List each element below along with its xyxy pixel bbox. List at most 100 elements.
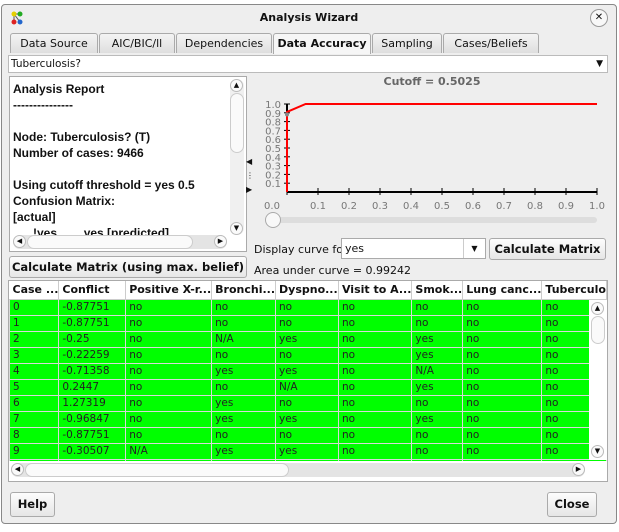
table-cell[interactable]: 5 xyxy=(9,378,60,396)
table-cell[interactable]: no xyxy=(211,298,277,316)
table-cell[interactable]: no xyxy=(337,394,413,412)
table-cell[interactable]: no xyxy=(337,362,413,380)
table-cell[interactable]: N/A xyxy=(275,378,339,396)
table-cell[interactable]: no xyxy=(462,330,543,348)
scroll-up-icon[interactable]: ▲ xyxy=(591,302,604,315)
scroll-thumb[interactable] xyxy=(25,463,289,477)
scroll-right-icon[interactable]: ▶ xyxy=(572,463,585,476)
table-row[interactable]: 2 -0.25 no N/A yes no yes no no xyxy=(9,330,607,348)
table-cell[interactable]: no xyxy=(462,362,543,380)
table-cell[interactable]: no xyxy=(337,314,413,332)
column-header[interactable]: Dyspno... xyxy=(275,281,339,300)
table-cell[interactable]: no xyxy=(211,346,277,364)
table-cell[interactable]: yes xyxy=(275,330,339,348)
tab-aic-bic-ll[interactable]: AIC/BIC/ll xyxy=(99,33,175,53)
table-cell[interactable]: -0.25 xyxy=(58,330,127,348)
table-cell[interactable]: no xyxy=(211,314,277,332)
table-cell[interactable]: no xyxy=(462,346,543,364)
table-row[interactable]: 0 -0.87751 no no no no no no no xyxy=(9,298,607,316)
table-cell[interactable]: yes xyxy=(275,410,339,428)
table-cell[interactable]: no xyxy=(125,346,213,364)
close-button[interactable]: Close xyxy=(547,492,597,517)
table-cell[interactable]: 0 xyxy=(9,298,60,316)
table-cell[interactable]: no xyxy=(462,298,543,316)
table-cell[interactable]: no xyxy=(462,378,543,396)
table-row[interactable]: 1 -0.87751 no no no no no no no xyxy=(9,314,607,332)
table-cell[interactable]: yes xyxy=(411,378,464,396)
table-cell[interactable]: no xyxy=(125,314,213,332)
table-row[interactable]: 9 -0.30507 N/A yes yes no no no no xyxy=(9,442,607,460)
calculate-matrix-max-belief-button[interactable]: Calculate Matrix (using max. belief) xyxy=(9,256,247,278)
table-cell[interactable]: yes xyxy=(211,442,277,460)
table-row[interactable]: 8 -0.87751 no no no no no no no xyxy=(9,426,607,444)
table-cell[interactable]: no xyxy=(275,298,339,316)
table-cell[interactable]: no xyxy=(411,394,464,412)
table-row[interactable]: 6 1.27319 no yes no no no no no xyxy=(9,394,607,412)
table-cell[interactable]: N/A xyxy=(411,362,464,380)
table-cell[interactable]: no xyxy=(411,442,464,460)
table-row[interactable]: 3 -0.22259 no no no no yes no no xyxy=(9,346,607,364)
slider-thumb[interactable] xyxy=(265,212,281,228)
scroll-thumb[interactable] xyxy=(230,93,244,153)
tab-dependencies[interactable]: Dependencies xyxy=(176,33,272,53)
table-cell[interactable]: no xyxy=(275,426,339,444)
tab-sampling[interactable]: Sampling xyxy=(372,33,442,53)
table-cell[interactable]: 4 xyxy=(9,362,60,380)
table-cell[interactable]: no xyxy=(411,426,464,444)
node-select[interactable]: Tuberculosis? ▼ xyxy=(8,55,608,73)
table-cell[interactable]: yes xyxy=(211,362,277,380)
table-cell[interactable]: -0.96847 xyxy=(58,410,127,428)
report-vertical-scrollbar[interactable]: ▲ ▼ xyxy=(230,79,244,235)
table-cell[interactable]: N/A xyxy=(211,330,277,348)
calculate-matrix-button[interactable]: Calculate Matrix xyxy=(489,238,606,260)
table-cell[interactable]: no xyxy=(125,330,213,348)
column-header[interactable]: Case ... xyxy=(9,281,60,300)
table-cell[interactable]: no xyxy=(211,378,277,396)
scroll-thumb[interactable] xyxy=(27,235,193,249)
table-vertical-scrollbar[interactable]: ▲ ▼ xyxy=(589,300,607,460)
table-horizontal-scrollbar[interactable]: ◀ ▶ xyxy=(9,461,607,481)
table-cell[interactable]: 3 xyxy=(9,346,60,364)
table-cell[interactable]: 0.2447 xyxy=(58,378,127,396)
table-cell[interactable]: no xyxy=(411,298,464,316)
table-cell[interactable]: no xyxy=(275,346,339,364)
table-cell[interactable]: 8 xyxy=(9,426,60,444)
table-cell[interactable]: no xyxy=(337,442,413,460)
table-cell[interactable]: no xyxy=(125,362,213,380)
table-cell[interactable]: 6 xyxy=(9,394,60,412)
table-cell[interactable]: no xyxy=(337,330,413,348)
table-cell[interactable]: no xyxy=(125,410,213,428)
table-cell[interactable]: yes xyxy=(411,346,464,364)
column-header[interactable]: Lung canc... xyxy=(462,281,543,300)
table-cell[interactable]: no xyxy=(125,378,213,396)
table-cell[interactable]: 1.27319 xyxy=(58,394,127,412)
table-cell[interactable]: -0.87751 xyxy=(58,298,127,316)
column-header[interactable]: Conflict xyxy=(58,281,127,300)
tab-cases-beliefs[interactable]: Cases/Beliefs xyxy=(443,33,539,53)
table-cell[interactable]: no xyxy=(275,314,339,332)
table-cell[interactable]: no xyxy=(337,378,413,396)
table-cell[interactable]: no xyxy=(411,314,464,332)
scroll-right-icon[interactable]: ▶ xyxy=(214,235,227,248)
table-cell[interactable]: yes xyxy=(211,410,277,428)
table-cell[interactable]: no xyxy=(462,442,543,460)
table-cell[interactable]: no xyxy=(462,426,543,444)
scroll-up-icon[interactable]: ▲ xyxy=(230,79,243,92)
table-cell[interactable]: yes xyxy=(275,362,339,380)
table-cell[interactable]: no xyxy=(337,426,413,444)
table-cell[interactable]: no xyxy=(125,298,213,316)
table-row[interactable]: 4 -0.71358 no yes yes no N/A no no xyxy=(9,362,607,380)
table-cell[interactable]: 2 xyxy=(9,330,60,348)
column-header[interactable]: Smok... xyxy=(411,281,464,300)
column-header[interactable]: Bronchi... xyxy=(211,281,277,300)
table-cell[interactable]: no xyxy=(462,394,543,412)
table-cell[interactable]: 1 xyxy=(9,314,60,332)
help-button[interactable]: Help xyxy=(10,492,55,517)
table-cell[interactable]: yes xyxy=(275,442,339,460)
display-curve-select[interactable]: yes ▼ xyxy=(341,238,486,259)
column-header[interactable]: Visit to A... xyxy=(338,281,413,300)
scroll-left-icon[interactable]: ◀ xyxy=(13,235,26,248)
table-cell[interactable]: 9 xyxy=(9,442,60,460)
table-cell[interactable]: no xyxy=(337,346,413,364)
table-cell[interactable]: -0.87751 xyxy=(58,426,127,444)
